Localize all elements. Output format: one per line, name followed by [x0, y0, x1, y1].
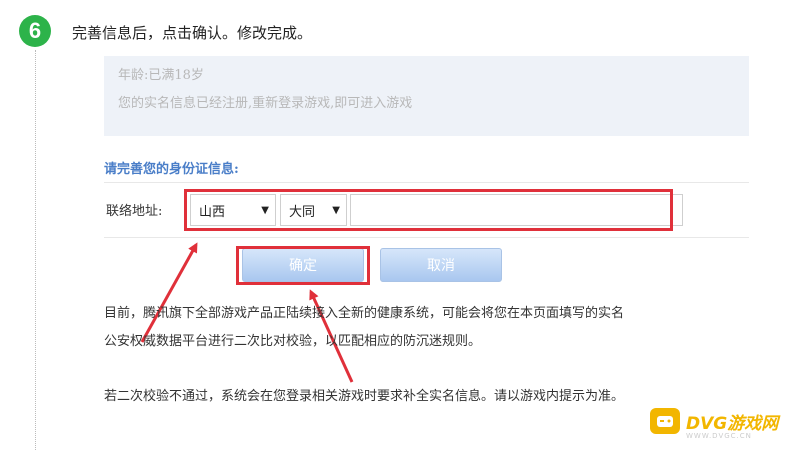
arrow-to-address	[140, 242, 198, 343]
annotation-arrows	[140, 242, 354, 383]
notice-line-3: 若二次校验不通过，系统会在您登录相关游戏时要求补全实名信息。请以游戏内提示为准。	[104, 389, 625, 404]
watermark-url: WWW.DVGC.CN	[686, 432, 752, 440]
notice-line-2: 公安权威数据平台进行二次比对校验，以匹配相应的防沉迷规则。	[104, 334, 482, 349]
site-watermark: DVG游戏网 WWW.DVGC.CN	[650, 408, 779, 440]
watermark-title: DVG游戏网	[686, 413, 779, 434]
gamepad-icon	[650, 408, 680, 434]
notice-line-1: 目前，腾讯旗下全部游戏产品正陆续接入全新的健康系统，可能会将您在本页面填写的实名	[104, 306, 625, 321]
